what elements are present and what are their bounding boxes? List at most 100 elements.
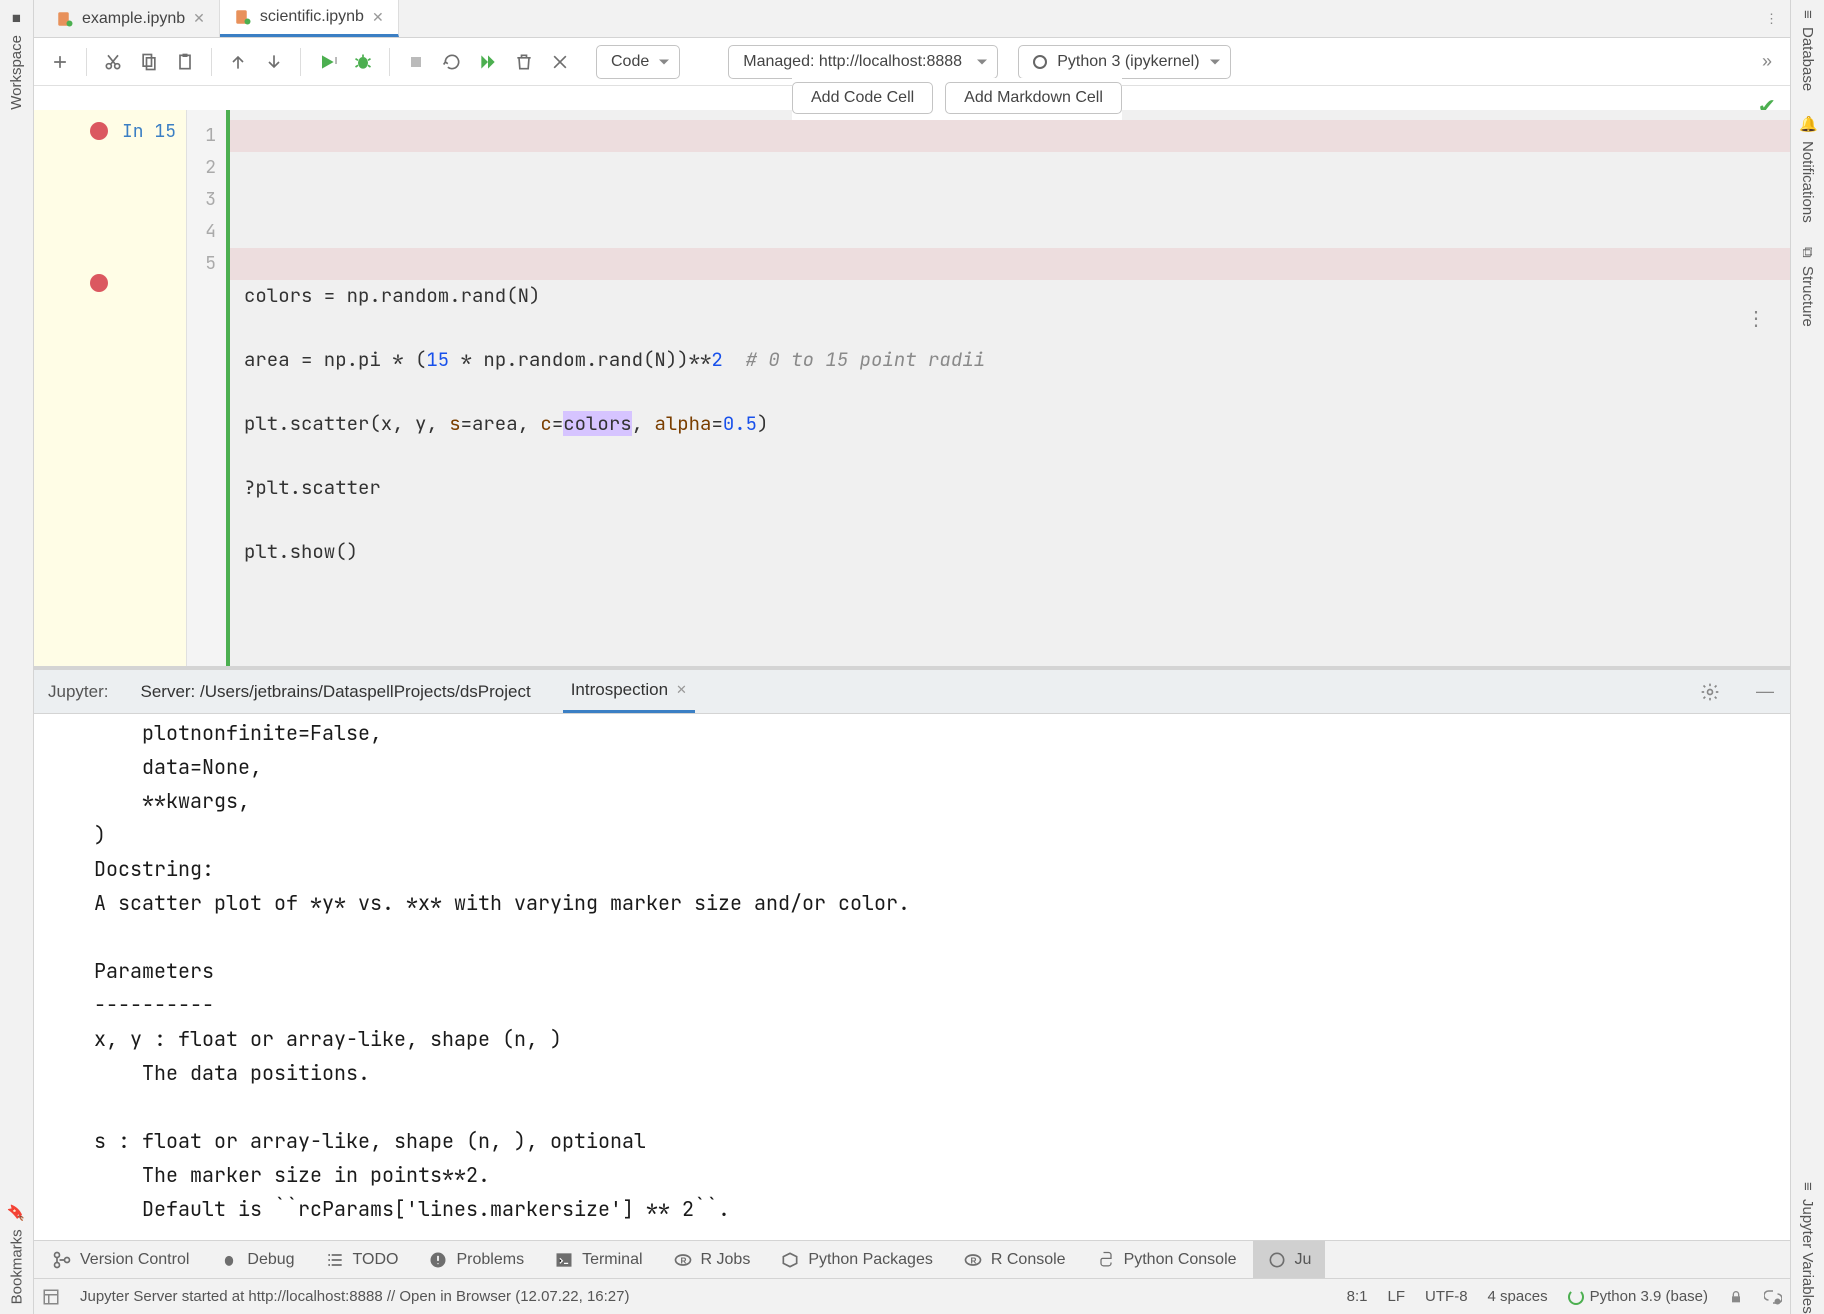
move-up-button[interactable]	[222, 46, 254, 78]
paste-button[interactable]	[169, 46, 201, 78]
bottom-tool-bar: Version Control Debug TODO Problems Term…	[34, 1240, 1790, 1278]
introspection-tab[interactable]: Introspection ✕	[563, 670, 695, 713]
in-label: In 15	[122, 120, 176, 143]
status-message[interactable]: Jupyter Server started at http://localho…	[80, 1288, 629, 1305]
interpreter-status-icon	[1568, 1289, 1584, 1305]
encoding[interactable]: UTF-8	[1425, 1288, 1468, 1305]
cell-type-select[interactable]: Code	[596, 45, 680, 79]
tabs-menu-icon[interactable]: ⋮	[1753, 0, 1790, 37]
caret-position[interactable]: 8:1	[1347, 1288, 1368, 1305]
jupyter-icon	[1267, 1250, 1287, 1270]
notebook-icon	[234, 8, 252, 26]
lock-icon[interactable]	[1728, 1289, 1744, 1305]
tab-label: scientific.ipynb	[260, 8, 364, 26]
code-cell[interactable]: In 15 1 2 3 4 5 colors = np.random.rand(…	[34, 110, 1790, 666]
kernel-label: Python 3 (ipykernel)	[1057, 53, 1199, 71]
jupyter-tabs: Jupyter: Server: /Users/jetbrains/Datasp…	[34, 670, 1790, 714]
python-console-tool[interactable]: Python Console	[1082, 1241, 1251, 1278]
package-icon	[780, 1250, 800, 1270]
jupyter-tool[interactable]: Ju	[1253, 1241, 1326, 1278]
terminal-tool[interactable]: Terminal	[540, 1241, 656, 1278]
line-ending[interactable]: LF	[1388, 1288, 1406, 1305]
status-bar: Jupyter Server started at http://localho…	[34, 1278, 1790, 1314]
indent[interactable]: 4 spaces	[1488, 1288, 1548, 1305]
python-icon	[1096, 1250, 1116, 1270]
problems-tool[interactable]: Problems	[414, 1241, 538, 1278]
gear-icon[interactable]	[1694, 670, 1726, 713]
breakpoint-icon[interactable]	[90, 274, 108, 292]
terminal-icon	[554, 1250, 574, 1270]
workspace-label: Workspace	[8, 35, 25, 110]
tab-label: example.ipynb	[82, 10, 185, 28]
server-tab[interactable]: Server: /Users/jetbrains/DataspellProjec…	[132, 670, 538, 713]
add-code-cell-button[interactable]: Add Code Cell	[792, 82, 933, 114]
python-packages-tool[interactable]: Python Packages	[766, 1241, 947, 1278]
server-label: Managed: http://localhost:8888	[743, 53, 962, 71]
r-jobs-tool[interactable]: RR Jobs	[659, 1241, 765, 1278]
database-icon: ≡	[1799, 10, 1816, 19]
tab-scientific[interactable]: scientific.ipynb ✕	[220, 0, 399, 37]
todo-tool[interactable]: TODO	[311, 1241, 413, 1278]
svg-text:R: R	[680, 1255, 686, 1265]
tab-example[interactable]: example.ipynb ✕	[42, 0, 220, 37]
clear-output-button[interactable]	[544, 46, 576, 78]
stop-button[interactable]	[400, 46, 432, 78]
introspection-content[interactable]: plotnonfinite=False, data=None, **kwargs…	[34, 714, 1790, 1240]
folder-icon: ■	[8, 10, 25, 27]
notebook-icon	[56, 10, 74, 28]
right-tool-sidebar: ≡ Database 🔔 Notifications ⧉ Structure ≡…	[1790, 0, 1824, 1314]
notebook-toolbar: I Code Managed: http://localhost:8888 Py…	[34, 38, 1790, 86]
minimize-icon[interactable]: —	[1750, 670, 1780, 713]
toolbar-overflow-icon[interactable]: »	[1754, 51, 1780, 72]
jupyter-prefix: Jupyter:	[48, 670, 108, 713]
editor-area[interactable]: ✔ In 15 1 2 3	[34, 86, 1790, 666]
warning-icon	[428, 1250, 448, 1270]
list-icon	[325, 1250, 345, 1270]
debug-cell-button[interactable]	[347, 46, 379, 78]
editor-tabs: example.ipynb ✕ scientific.ipynb ✕ ⋮	[34, 0, 1790, 38]
line-numbers: 1 2 3 4 5	[186, 110, 226, 666]
move-down-button[interactable]	[258, 46, 290, 78]
left-tool-sidebar: Workspace ■ Bookmarks 🔖	[0, 0, 34, 1314]
bookmarks-label: Bookmarks	[8, 1229, 25, 1304]
code-content[interactable]: colors = np.random.rand(N) area = np.pi …	[226, 110, 1790, 666]
notifications-label: Notifications	[1799, 141, 1816, 223]
r-console-tool[interactable]: RR Console	[949, 1241, 1080, 1278]
tool-windows-icon[interactable]	[42, 1288, 60, 1306]
close-icon[interactable]: ✕	[372, 9, 384, 26]
copy-button[interactable]	[133, 46, 165, 78]
server-select[interactable]: Managed: http://localhost:8888	[728, 45, 998, 79]
restart-button[interactable]	[436, 46, 468, 78]
structure-tool[interactable]: ⧉ Structure	[1799, 247, 1816, 327]
close-icon[interactable]: ✕	[676, 682, 687, 698]
svg-text:R: R	[970, 1255, 976, 1265]
debug-tool[interactable]: Debug	[205, 1241, 308, 1278]
add-markdown-cell-button[interactable]: Add Markdown Cell	[945, 82, 1122, 114]
bell-icon: 🔔	[1799, 115, 1817, 133]
cell-actions: Add Code Cell Add Markdown Cell	[792, 78, 1122, 120]
r-icon: R	[963, 1250, 983, 1270]
cut-button[interactable]	[97, 46, 129, 78]
notifications-tool[interactable]: 🔔 Notifications	[1799, 115, 1817, 223]
introspection-label: Introspection	[571, 680, 668, 700]
database-label: Database	[1799, 27, 1816, 91]
workspace-tool[interactable]: Workspace ■	[8, 10, 25, 110]
kernel-select[interactable]: Python 3 (ipykernel)	[1018, 45, 1230, 79]
delete-cell-button[interactable]	[508, 46, 540, 78]
bug-icon	[219, 1250, 239, 1270]
run-cell-button[interactable]: I	[311, 46, 343, 78]
add-cell-button[interactable]	[44, 46, 76, 78]
cell-type-label: Code	[611, 53, 649, 71]
version-control-tool[interactable]: Version Control	[38, 1241, 203, 1278]
close-icon[interactable]: ✕	[193, 10, 205, 27]
interpreter[interactable]: Python 3.9 (base)	[1568, 1288, 1708, 1305]
branch-icon	[52, 1250, 72, 1270]
cell-gutter: In 15	[34, 110, 186, 666]
jupyter-variables-tool[interactable]: ≡ Jupyter Variables	[1799, 1182, 1816, 1314]
database-tool[interactable]: ≡ Database	[1799, 10, 1816, 91]
structure-label: Structure	[1799, 266, 1816, 327]
bookmarks-tool[interactable]: Bookmarks 🔖	[8, 1203, 26, 1304]
run-all-button[interactable]	[472, 46, 504, 78]
breakpoint-icon[interactable]	[90, 122, 108, 140]
sync-icon[interactable]	[1764, 1288, 1782, 1306]
